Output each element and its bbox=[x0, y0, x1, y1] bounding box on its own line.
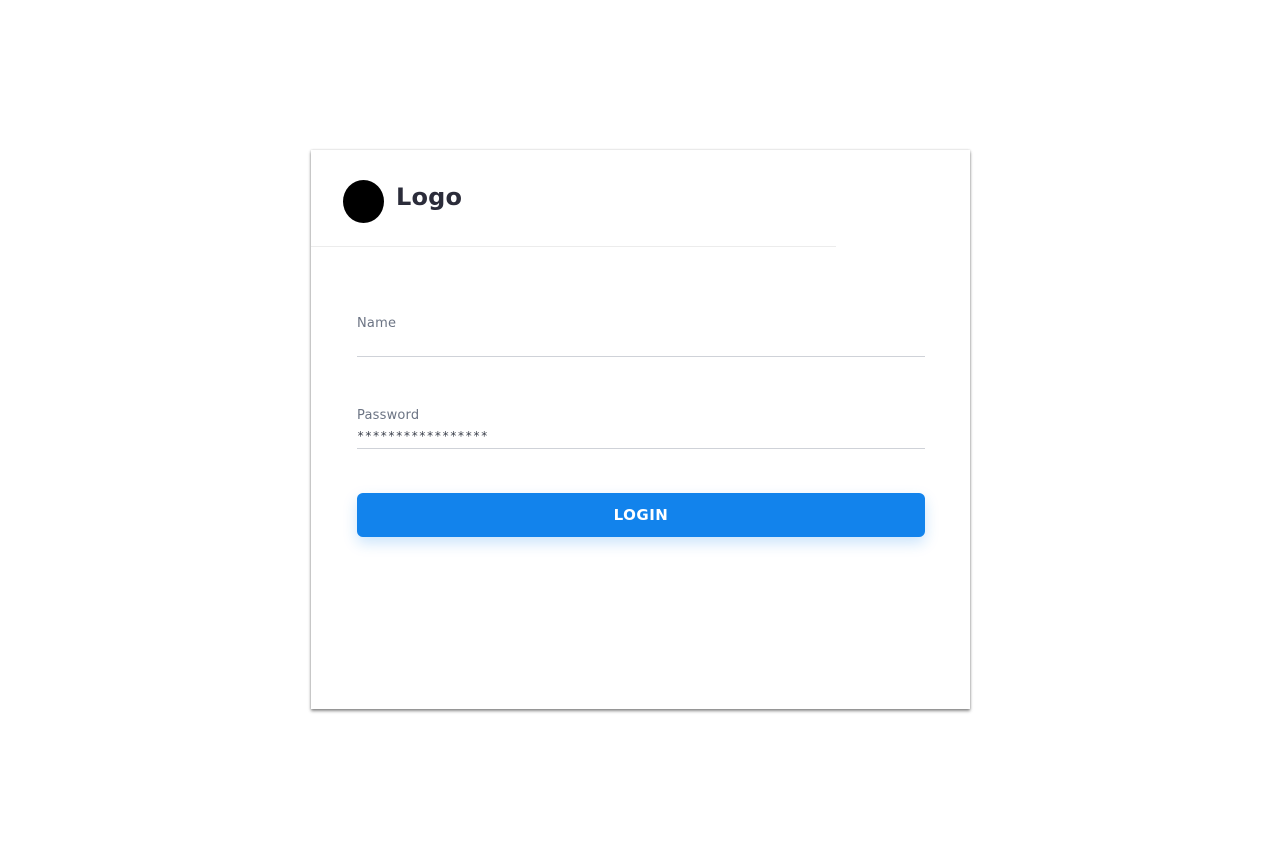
login-card: Logo Name Password LOGIN bbox=[311, 150, 970, 709]
password-field: Password bbox=[357, 408, 925, 449]
logo-text: Logo bbox=[396, 183, 463, 211]
password-input[interactable] bbox=[357, 426, 925, 446]
name-label: Name bbox=[357, 316, 397, 331]
password-label: Password bbox=[357, 408, 420, 423]
name-field: Name bbox=[357, 316, 925, 357]
name-input[interactable] bbox=[357, 334, 925, 354]
logo-mark-icon bbox=[343, 180, 384, 223]
card-header: Logo bbox=[311, 150, 836, 247]
login-button[interactable]: LOGIN bbox=[357, 493, 925, 537]
